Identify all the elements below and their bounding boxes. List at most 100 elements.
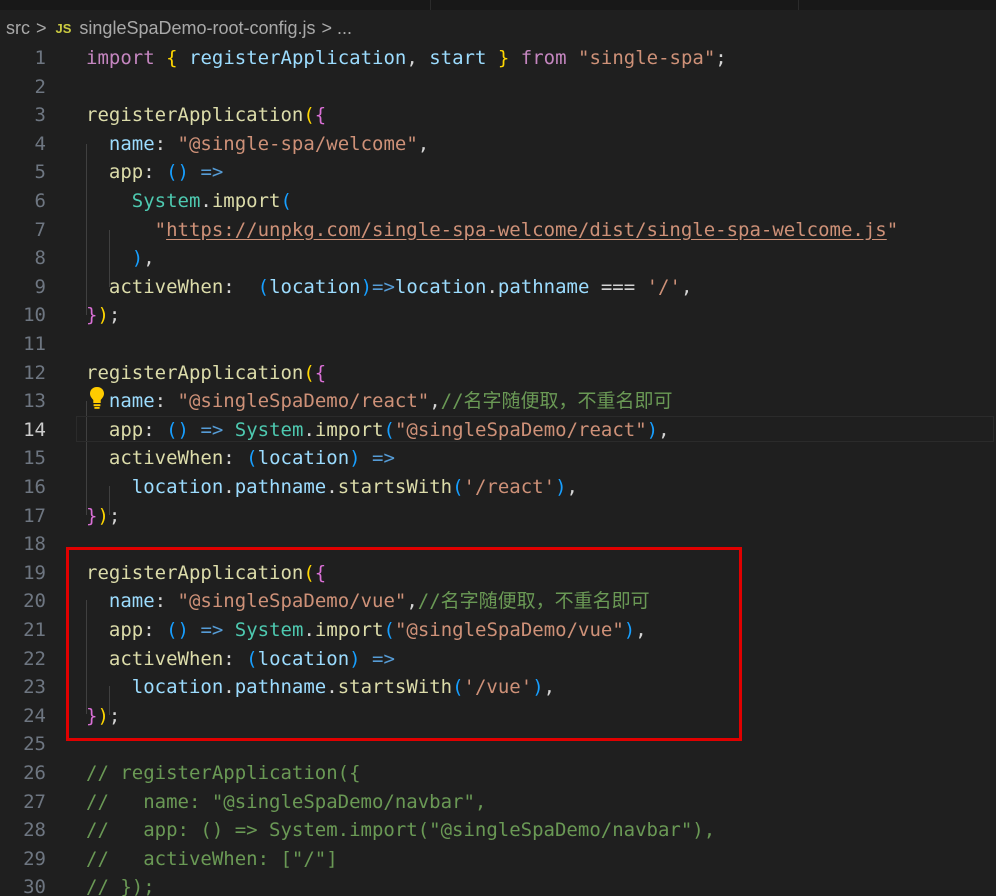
line-number: 1 xyxy=(34,47,46,69)
code-line[interactable]: 9 activeWhen: (location)=>location.pathn… xyxy=(0,273,996,302)
line-number: 13 xyxy=(23,390,46,413)
code-token: ( xyxy=(246,447,258,470)
code-text: // name: "@singleSpaDemo/navbar", xyxy=(86,788,486,817)
tab-separator xyxy=(798,0,799,10)
code-line[interactable]: 1 import { registerApplication, start } f… xyxy=(0,44,996,73)
code-token: import xyxy=(86,47,155,69)
code-line[interactable]: 12 registerApplication({ xyxy=(0,359,996,388)
lightbulb-icon[interactable] xyxy=(89,386,105,410)
line-number: 28 xyxy=(23,819,46,842)
breadcrumb-file[interactable]: singleSpaDemo-root-config.js xyxy=(79,18,315,39)
code-token: " xyxy=(154,218,167,241)
code-token: System xyxy=(234,418,304,441)
code-line[interactable]: 7 "https://unpkg.com/single-spa-welcome/… xyxy=(0,216,996,245)
code-token: : xyxy=(143,418,167,441)
breadcrumb-more[interactable]: ... xyxy=(337,18,352,39)
line-number: 5 xyxy=(34,161,46,184)
code-token: location xyxy=(269,275,361,298)
code-token: , xyxy=(406,47,430,69)
code-token: , xyxy=(680,275,693,298)
line-number: 17 xyxy=(23,504,46,527)
code-line[interactable]: 3 registerApplication({ xyxy=(0,101,996,130)
code-line[interactable]: 17}); xyxy=(0,502,996,531)
line-number: 26 xyxy=(23,762,46,784)
code-token: ) xyxy=(646,418,659,441)
code-line[interactable]: 16 location.pathname.startsWith('/react'… xyxy=(0,473,996,502)
code-text: activeWhen: (location)=>location.pathnam… xyxy=(86,273,693,302)
line-number: 11 xyxy=(23,333,46,355)
code-text: // activeWhen: ["/"] xyxy=(86,845,338,874)
code-token: name xyxy=(108,390,155,413)
line-number: 29 xyxy=(23,847,46,870)
code-token: "@single-spa/welcome" xyxy=(177,132,418,155)
code-token: registerApplication xyxy=(86,104,304,127)
code-line[interactable]: 13 name: "@singleSpaDemo/react",//名字随便取，… xyxy=(0,387,996,416)
code-token: // app: () => System.import("@singleSpaD… xyxy=(86,819,716,842)
code-text: "https://unpkg.com/single-spa-welcome/di… xyxy=(86,216,899,245)
code-line[interactable]: 5 app: () => xyxy=(0,158,996,187)
code-token: ; xyxy=(108,304,121,327)
tab-separator xyxy=(430,0,431,10)
code-line[interactable]: 15 activeWhen: (location) => xyxy=(0,444,996,473)
code-token: => xyxy=(200,418,224,441)
code-line[interactable]: 8 ), xyxy=(0,244,996,273)
code-token: () xyxy=(166,418,189,441)
code-token: '/' xyxy=(646,275,681,298)
code-line[interactable]: 10}); xyxy=(0,301,996,330)
code-token: . xyxy=(303,418,315,441)
code-text: ), xyxy=(86,244,155,273)
code-token: start xyxy=(429,47,487,69)
code-token: { xyxy=(314,361,327,384)
code-token: ( xyxy=(280,190,292,212)
code-line[interactable]: 26 // registerApplication({ xyxy=(0,759,996,788)
code-line[interactable]: 11 xyxy=(0,330,996,359)
code-text: // app: () => System.import("@singleSpaD… xyxy=(86,816,715,845)
code-token: registerApplication xyxy=(86,361,304,384)
code-line[interactable]: 27 // name: "@singleSpaDemo/navbar", xyxy=(0,788,996,817)
line-number: 4 xyxy=(34,132,46,155)
code-token: : xyxy=(143,161,167,184)
breadcrumb-folder[interactable]: src xyxy=(6,18,30,39)
code-token: () xyxy=(166,161,189,184)
code-token: ( xyxy=(303,104,315,127)
code-token: : xyxy=(154,132,178,155)
code-token: , xyxy=(417,132,430,155)
code-line[interactable]: 30 // }); xyxy=(0,873,996,896)
code-token: //名字随便取，不重名即可 xyxy=(440,390,673,413)
code-token: : xyxy=(223,275,258,298)
code-token: activeWhen xyxy=(108,275,224,298)
code-token: , xyxy=(566,476,578,498)
code-line[interactable]: 4 name: "@single-spa/welcome", xyxy=(0,130,996,159)
line-number: 7 xyxy=(34,218,46,241)
code-line[interactable]: 14 app: () => System.import("@singleSpaD… xyxy=(0,415,996,445)
code-token: location xyxy=(257,447,350,470)
breadcrumb-separator: > xyxy=(36,17,47,38)
line-number: 30 xyxy=(23,876,46,896)
code-text: registerApplication({ xyxy=(86,359,326,388)
line-number: 6 xyxy=(34,190,46,212)
code-text: app: () => System.import("@singleSpaDemo… xyxy=(86,416,670,445)
code-editor[interactable]: 1 import { registerApplication, start } f… xyxy=(0,44,996,896)
tab-strip xyxy=(0,0,996,10)
code-token: import xyxy=(211,190,281,212)
code-line[interactable]: 28 // app: () => System.import("@singleSp… xyxy=(0,816,996,845)
code-token: System xyxy=(131,190,201,212)
code-token: , xyxy=(143,247,155,270)
code-token: // }); xyxy=(86,876,155,896)
code-line[interactable]: 2 xyxy=(0,73,996,102)
code-line[interactable]: 6 System.import( xyxy=(0,187,996,216)
code-line[interactable]: 29 // activeWhen: ["/"] xyxy=(0,845,996,874)
line-number: 10 xyxy=(23,304,46,327)
code-token: ) xyxy=(349,447,361,470)
